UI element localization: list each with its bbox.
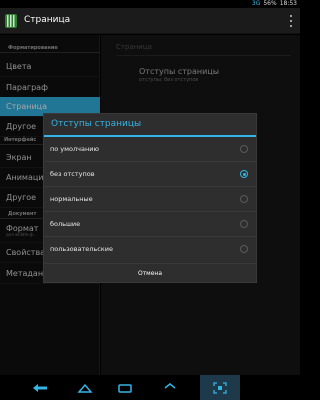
clock: 18:53 (279, 0, 297, 7)
app-icon[interactable] (4, 13, 18, 29)
radio-button-checked[interactable] (240, 170, 248, 178)
navigation-bar (0, 375, 300, 400)
screenshot-icon (213, 381, 227, 394)
cancel-button[interactable]: Отмена (44, 263, 256, 282)
option-large[interactable]: большие (44, 212, 256, 237)
back-button[interactable] (20, 375, 60, 400)
battery-level: 56% (263, 0, 277, 7)
option-label: без отступов (50, 170, 95, 178)
back-icon (33, 383, 47, 392)
option-label: по умолчанию (50, 145, 99, 153)
signal-indicator: 3G (251, 0, 261, 7)
option-normal[interactable]: нормальные (44, 187, 256, 212)
option-label: нормальные (50, 195, 93, 203)
radio-button[interactable] (240, 195, 248, 203)
option-custom[interactable]: пользовательские (44, 237, 256, 262)
option-no-margins[interactable]: без отступов (44, 162, 256, 187)
home-button[interactable] (65, 375, 105, 400)
radio-button[interactable] (240, 145, 248, 153)
radio-button[interactable] (240, 245, 248, 253)
dialog-title: Отступы страницы (51, 119, 142, 129)
recents-icon (118, 383, 132, 393)
menu-icon (164, 382, 176, 389)
screenshot-button[interactable] (150, 375, 190, 400)
page-title: Страница (24, 15, 71, 25)
status-bar: 3G 56% 18:53 (0, 0, 300, 8)
option-label: пользовательские (50, 245, 113, 253)
overflow-menu-icon[interactable] (288, 14, 294, 28)
option-default[interactable]: по умолчанию (44, 137, 256, 162)
action-bar: Страница (0, 8, 300, 34)
option-label: большие (50, 220, 81, 228)
recents-button[interactable] (105, 375, 145, 400)
home-icon (77, 383, 93, 393)
screenshot-capture-button[interactable] (200, 375, 240, 400)
radio-button[interactable] (240, 220, 248, 228)
margins-dialog: Отступы страницы по умолчанию без отступ… (43, 113, 257, 283)
